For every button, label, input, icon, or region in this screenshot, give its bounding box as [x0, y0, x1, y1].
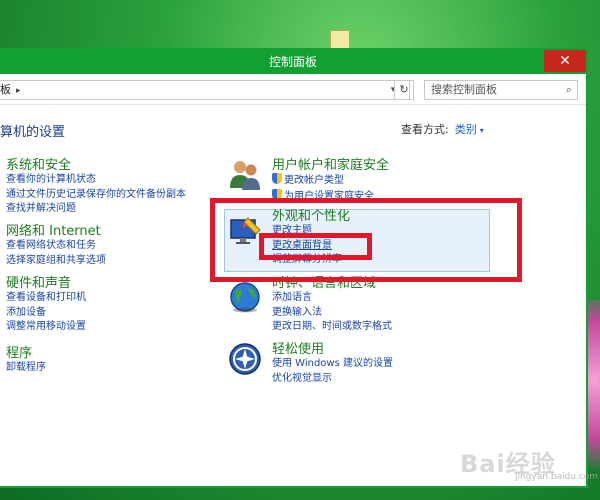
category-link[interactable]: 添加设备 — [6, 306, 86, 321]
title-bar[interactable]: 控制面板 ✕ — [0, 50, 586, 74]
users-icon[interactable] — [228, 158, 262, 192]
category-link[interactable]: 卸载程序 — [6, 361, 46, 376]
ease-of-access-icon[interactable] — [228, 342, 262, 376]
category-link[interactable]: 查看设备和打印机 — [6, 291, 86, 306]
window-title: 控制面板 — [268, 55, 317, 69]
category-link[interactable]: 优化视觉显示 — [272, 372, 393, 387]
annotation-box-inner — [259, 233, 372, 260]
watermark-url: jingyan.baidu.com — [515, 472, 599, 482]
category-system-security: 系统和安全 查看你的计算机状态 通过文件历史记录保存你的文件备份副本 查找并解决… — [6, 158, 186, 217]
category-link[interactable]: 查看你的计算机状态 — [6, 173, 186, 188]
category-link[interactable]: 查找并解决问题 — [6, 202, 186, 217]
address-toolbar: 板 ▸ ▾ ↻ 搜索控制面板 ⌕ — [0, 76, 586, 105]
category-title[interactable]: 系统和安全 — [6, 158, 186, 173]
category-title[interactable]: 轻松使用 — [272, 342, 393, 357]
refresh-button[interactable]: ↻ — [394, 80, 414, 100]
category-ease-of-access: 轻松使用 使用 Windows 建议的设置 优化视觉显示 — [272, 342, 393, 386]
close-button[interactable]: ✕ — [544, 50, 586, 72]
category-title[interactable]: 程序 — [6, 346, 46, 361]
view-mode-selector[interactable]: 类别 — [455, 123, 477, 136]
category-link[interactable]: 通过文件历史记录保存你的文件备份副本 — [6, 188, 186, 203]
category-link[interactable]: 更换输入法 — [272, 306, 392, 321]
category-link[interactable]: 选择家庭组和共享选项 — [6, 254, 106, 269]
category-hardware-sound: 硬件和声音 查看设备和打印机 添加设备 调整常用移动设置 — [6, 276, 86, 335]
breadcrumb[interactable]: 板 — [0, 83, 11, 96]
category-link[interactable]: 更改日期、时间或数字格式 — [272, 320, 392, 335]
view-mode: 查看方式: 类别 ▾ — [401, 121, 484, 137]
category-title[interactable]: 用户帐户和家庭安全 — [272, 158, 389, 173]
category-link[interactable]: 调整常用移动设置 — [6, 320, 86, 335]
search-placeholder: 搜索控制面板 — [431, 83, 497, 96]
link-text[interactable]: 更改帐户类型 — [284, 175, 344, 186]
category-link[interactable]: 更改帐户类型 — [272, 173, 389, 189]
chevron-down-icon[interactable]: ▾ — [480, 126, 484, 135]
page-title: 算机的设置 — [0, 125, 66, 140]
shield-icon — [272, 173, 282, 184]
address-bar[interactable]: 板 ▸ — [0, 80, 410, 100]
category-link[interactable]: 使用 Windows 建议的设置 — [272, 357, 393, 372]
category-title[interactable]: 硬件和声音 — [6, 276, 86, 291]
category-title[interactable]: 网络和 Internet — [6, 224, 106, 239]
breadcrumb-arrow-icon[interactable]: ▸ — [16, 86, 21, 96]
category-network-internet: 网络和 Internet 查看网络状态和任务 选择家庭组和共享选项 — [6, 224, 106, 268]
globe-clock-icon[interactable] — [228, 280, 262, 314]
category-link[interactable]: 添加语言 — [272, 291, 392, 306]
category-link[interactable]: 查看网络状态和任务 — [6, 239, 106, 254]
view-mode-label: 查看方式: — [401, 123, 449, 136]
category-programs: 程序 卸载程序 — [6, 346, 46, 376]
category-clock-language: 时钟、语言和区域 添加语言 更换输入法 更改日期、时间或数字格式 — [272, 276, 392, 335]
search-icon[interactable]: ⌕ — [566, 81, 572, 99]
search-input[interactable]: 搜索控制面板 ⌕ — [424, 80, 578, 100]
